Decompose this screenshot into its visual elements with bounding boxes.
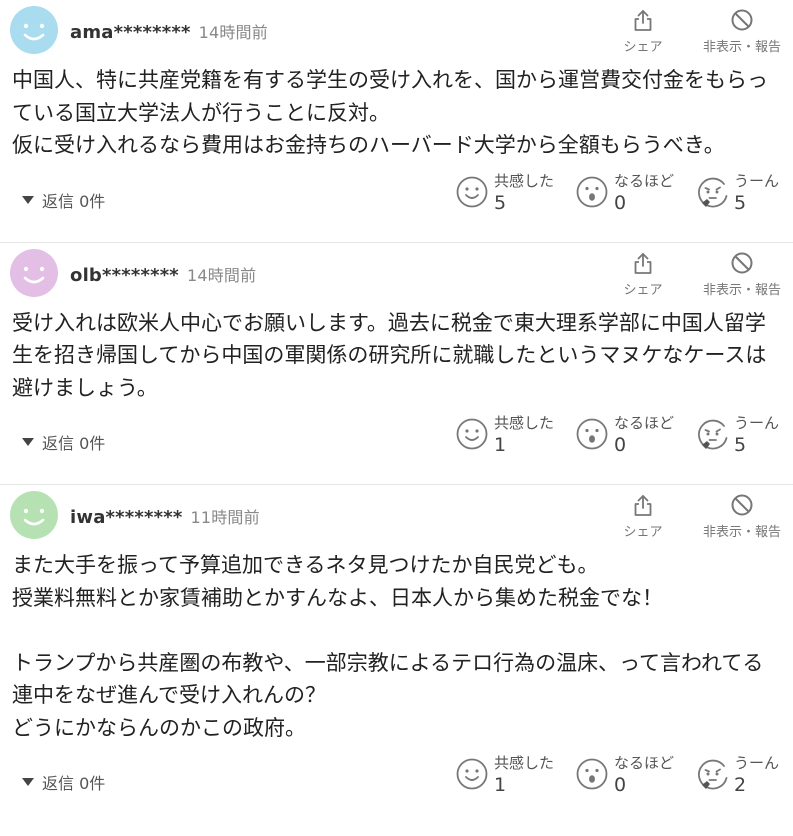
hide-report-label: 非表示・報告 [702,40,781,55]
share-button[interactable]: シェア [618,493,668,540]
share-button[interactable]: シェア [618,8,668,55]
reaction-count: 0 [614,434,627,456]
comment-footer: 返信 0件 共感した 1 なるほど [0,744,793,824]
reply-count: 返信 0件 [42,774,106,793]
comment-footer: 返信 0件 共感した 5 なるほど 0 うーん 5 [0,162,793,242]
reaction-count: 5 [734,191,747,214]
smiley-avatar-icon [10,491,58,539]
comment-header: iwa******** 11時間前 シェア 非表示・報告 [0,485,793,549]
block-icon [731,494,753,516]
comment: ama******** 14時間前 シェア 非表示・報告 中国人、特に共産党籍を有… [0,0,793,243]
caret-down-icon [22,195,34,204]
username-text: iwa******** [70,507,183,528]
username[interactable]: iwa******** 11時間前 [70,504,260,528]
caret-down-icon [22,778,34,786]
block-icon [731,9,753,31]
reaction-label: なるほど [614,171,675,190]
thinking-face-icon [698,177,728,207]
caret-down-icon [22,438,34,446]
thinking-face-icon [698,419,728,450]
username[interactable]: olb******** 14時間前 [70,262,256,286]
smile-face-icon [456,176,488,207]
comment-body: また大手を振って予算追加できるネタ見つけたか自民党ども。 授業料無料とか家賃補助… [12,553,764,740]
share-icon [634,10,652,31]
reply-count: 返信 0件 [42,191,106,211]
comment-list: ama******** 14時間前 シェア 非表示・報告 中国人、特に共産党籍を有… [0,0,793,824]
reaction-count: 5 [494,191,507,214]
share-icon [634,495,652,516]
share-label: シェア [623,282,663,298]
reaction-label: 共感した [494,414,555,432]
reaction-label: うーん [734,414,780,432]
hide-report-label: 非表示・報告 [702,282,781,298]
share-icon [634,252,652,274]
reaction-label: うーん [734,171,780,190]
share-label: シェア [623,40,663,55]
reaction-count: 1 [494,434,507,456]
hide-report-button[interactable]: 非表示・報告 [694,8,790,55]
surprised-face-icon [576,176,608,207]
share-button[interactable]: シェア [618,251,668,298]
surprised-face-icon [576,418,608,450]
comment-header: olb******** 14時間前 シェア 非表示・報告 [0,243,793,307]
thinking-face-icon [698,759,728,790]
comment-footer: 返信 0件 共感した 1 なるほど [0,404,793,484]
comment-body: 受け入れは欧米人中心でお願いします。過去に税金で東大理系学部に中国人留学生を招き… [12,310,767,400]
hide-report-button[interactable]: 非表示・報告 [694,251,790,298]
timestamp: 14時間前 [198,23,268,42]
share-label: シェア [623,525,663,540]
reply-toggle[interactable]: 返信 0件 [22,770,105,794]
avatar[interactable] [10,248,58,297]
comment: iwa******** 11時間前 シェア 非表示・報告 また大手を振って予算追加… [0,485,793,824]
reaction-label: うーん [734,754,780,772]
username[interactable]: ama******** 14時間前 [70,19,268,43]
username-text: ama******** [70,22,191,43]
reaction-count: 5 [734,434,747,456]
timestamp: 14時間前 [186,265,257,285]
reaction-count: 1 [494,774,507,796]
reply-toggle[interactable]: 返信 0件 [22,188,105,212]
smiley-avatar-icon [10,248,58,297]
avatar[interactable] [10,491,58,539]
hide-report-label: 非表示・報告 [702,525,781,540]
reaction-label: 共感した [494,171,555,190]
smile-face-icon [456,758,488,790]
reply-toggle[interactable]: 返信 0件 [22,430,105,454]
surprised-face-icon [576,758,608,790]
smile-face-icon [456,418,488,450]
reply-count: 返信 0件 [42,434,106,453]
comment-body: 中国人、特に共産党籍を有する学生の受け入れを、国から運営費交付金をもらっている国… [12,68,768,157]
timestamp: 11時間前 [190,508,260,527]
username-text: olb******** [70,264,179,286]
reaction-count: 2 [734,774,747,796]
reaction-label: なるほど [614,754,675,772]
reaction-label: なるほど [614,414,675,432]
reaction-label: 共感した [494,754,555,772]
reaction-count: 0 [614,191,627,214]
avatar[interactable] [10,6,58,54]
comment: olb******** 14時間前 シェア 非表示・報告 受け入れは欧米人中心でお… [0,243,793,485]
reaction-count: 0 [614,774,627,796]
hide-report-button[interactable]: 非表示・報告 [694,493,790,540]
smiley-avatar-icon [10,6,58,54]
block-icon [731,252,753,273]
comment-header: ama******** 14時間前 シェア 非表示・報告 [0,0,793,64]
